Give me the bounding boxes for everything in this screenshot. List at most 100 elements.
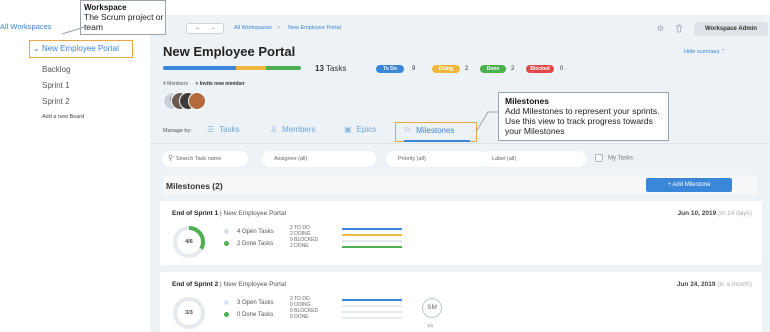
breadcrumb-root[interactable]: All Workspaces [234,25,272,31]
callout-title: Milestones [505,96,549,106]
tab-label: Epics [356,125,377,134]
app-page: All Workspaces ⌄ New Employee Portal Bac… [0,0,770,332]
workspace-callout-pointer [61,25,89,35]
milestone-date-value: Jun 10, 2019 [677,210,717,217]
open-tasks: 4 Open Tasks [224,229,274,235]
main-panel: ← → All Workspaces > New Employee Portal… [150,15,770,332]
milestone-date: Jun 24, 2019 (in a month) [677,281,752,288]
callout-body: The Scrum project or team [84,12,164,32]
status-badge: Doing [432,65,460,73]
open-tasks-label: 4 Open Tasks [237,229,274,236]
milestone-name: End of Sprint 2 [172,281,219,288]
member-count: 1/1 [427,323,434,328]
tab-label: Milestones [416,126,455,135]
divider [150,143,770,144]
milestone-card[interactable]: End of Sprint 1 | New Employee Portal Ju… [160,201,762,265]
assignee-filter[interactable]: Assignee (all) [262,151,376,167]
milestone-card[interactable]: End of Sprint 2 | New Employee Portal Ju… [160,272,762,332]
chevron-down-icon: ⌄ [33,44,42,53]
status-count: 2 [511,66,515,72]
invite-member-link[interactable]: + Invite new member [195,81,244,87]
my-tasks-checkbox[interactable] [595,154,603,162]
back-arrow-icon[interactable]: ← [195,25,201,31]
tab-tasks[interactable]: ☰ Tasks [207,125,240,134]
ring-label: 3/3 [185,310,193,316]
milestone-date-value: Jun 24, 2019 [676,281,716,288]
forward-arrow-icon[interactable]: → [210,25,216,31]
tab-epics[interactable]: ▣ Epics [344,125,376,134]
open-tasks-label: 3 Open Tasks [237,300,274,307]
hide-summary-link[interactable]: Hide summary ⌃ [684,49,726,55]
stat-bar-todo [342,228,402,230]
history-nav: ← → [186,23,224,34]
status-badge: To Do [376,65,404,73]
add-board-link[interactable]: Add a new Board [42,114,84,120]
trash-icon[interactable] [674,24,683,33]
sidebar-current-board-label: New Employee Portal [41,44,119,53]
sidebar-item-sprint-2[interactable]: Sprint 2 [42,97,70,106]
top-bar: ← → All Workspaces > New Employee Portal… [150,15,770,39]
add-milestone-button[interactable]: + Add Milestone [646,178,732,192]
sidebar-all-workspaces-link[interactable]: All Workspaces [0,22,52,31]
done-dot-icon [224,312,229,317]
status-count: 2 [465,66,469,72]
stat-bar-todo [342,299,402,301]
task-count-number: 13 [315,64,324,73]
search-input[interactable]: Search Task name [162,151,248,167]
milestone-name: End of Sprint 1 [172,210,219,217]
status-count: 9 [412,66,416,72]
open-dot-icon [224,229,229,234]
milestone-relative-date: (in a month) [717,281,752,288]
status-count: 0 [560,66,564,72]
done-tasks: 2 Done Tasks [224,241,273,247]
status-badge: Done [480,65,506,73]
tab-members[interactable]: ♙ Members [270,125,316,134]
done-tasks-label: 0 Done Tasks [237,312,274,319]
label-filter[interactable]: Label (all) [480,151,586,167]
stat-done: 0 DONE [290,314,309,320]
invite-member-label: Invite new member [199,81,245,87]
workspace-admin-button[interactable]: Workspace Admin [694,22,768,36]
milestone-project: New Employee Portal [223,281,287,288]
breadcrumb-separator: > [277,25,281,31]
callout-body: Add Milestones to represent your sprints… [505,106,660,136]
priority-filter[interactable]: Priority (all) [386,151,486,167]
milestone-date: Jun 10, 2019 (in 14 days) [678,210,752,217]
my-tasks-label: My Tasks [608,155,633,162]
project-progress-bar [163,66,301,70]
gear-icon[interactable]: ⚙ [656,24,665,33]
sidebar-item-sprint-1[interactable]: Sprint 1 [42,81,70,90]
tab-label: Tasks [219,125,240,134]
milestone-title: End of Sprint 2 | New Employee Portal [172,281,287,288]
breadcrumb-current[interactable]: New Employee Portal [288,25,341,31]
callout-title: Workspace [84,3,127,12]
stat-bar-done [342,317,402,319]
open-dot-icon [224,300,229,305]
done-tasks-label: 2 Done Tasks [237,241,274,248]
done-dot-icon [224,241,229,246]
avatar[interactable]: SM [422,298,442,318]
progress-todo-segment [163,66,237,70]
flag-icon: ⚐ [404,126,412,135]
milestone-title: End of Sprint 1 | New Employee Portal [172,210,287,217]
done-tasks: 0 Done Tasks [224,312,273,318]
sidebar-item-backlog[interactable]: Backlog [42,65,70,74]
my-tasks-toggle[interactable]: My Tasks [595,154,633,162]
tab-milestones[interactable]: ⚐ Milestones [395,122,477,142]
milestone-project: New Employee Portal [223,210,287,217]
status-badge: Blocked [526,65,554,73]
stat-bar-doing [342,234,402,236]
sidebar-current-board[interactable]: ⌄ New Employee Portal [29,40,133,58]
manage-by-label: Manage by: [163,128,192,134]
milestones-callout: Milestones Add Milestones to represent y… [498,92,669,141]
stat-bar-blocked [342,311,402,313]
milestones-header: Milestones (2) [166,181,223,191]
task-count: 13 Tasks [315,64,346,73]
task-count-label: Tasks [325,64,347,73]
stat-bar-done [342,246,402,248]
members-count: 4 Members [163,81,189,87]
avatar[interactable] [188,92,206,110]
search-icon: ⚲ [168,155,174,162]
person-icon: ♙ [270,125,278,134]
tab-label: Members [282,125,316,134]
